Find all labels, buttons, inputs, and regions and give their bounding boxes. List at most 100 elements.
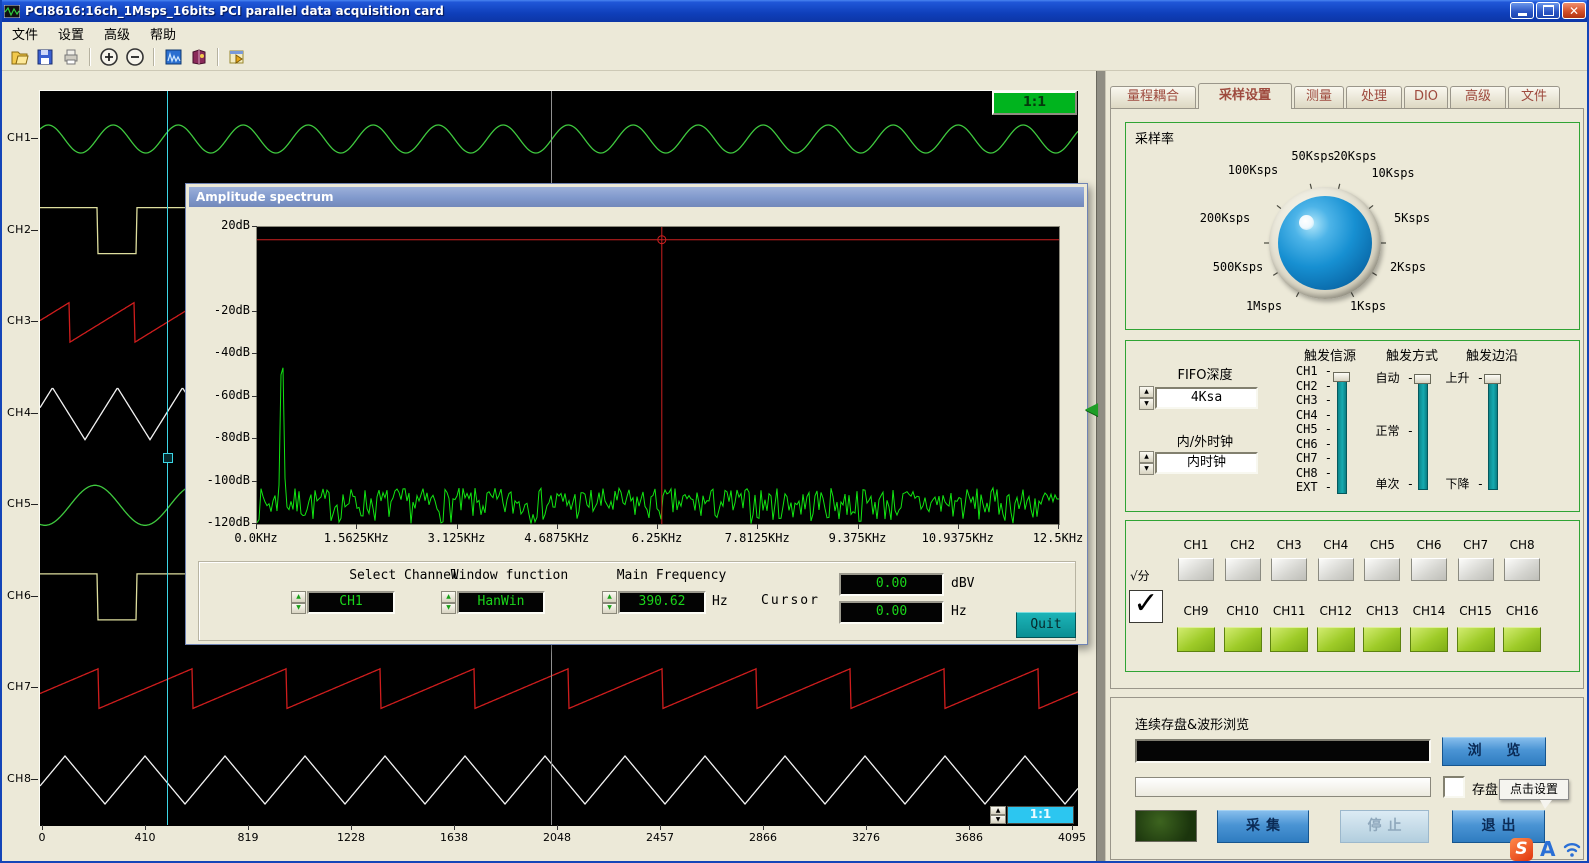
channel-button-CH9[interactable] <box>1177 627 1215 652</box>
sogou-icon[interactable]: S <box>1510 838 1533 861</box>
sample-rate-knob[interactable] <box>1278 196 1372 290</box>
tab-采样设置[interactable]: 采样设置 <box>1198 83 1292 109</box>
quit-button[interactable]: Quit <box>1016 612 1076 638</box>
select-channel-value[interactable]: CH1 <box>307 591 395 614</box>
channel-button-CH13[interactable] <box>1363 627 1401 652</box>
spin-up-icon[interactable]: ▲ <box>990 806 1006 815</box>
toolbar-separator <box>153 48 155 66</box>
trigger-source-option-CH6: CH6 - <box>1262 437 1332 451</box>
trigger-mode-slider-track[interactable] <box>1418 380 1428 490</box>
tab-DIO[interactable]: DIO <box>1404 86 1448 108</box>
zoom-in-icon[interactable] <box>98 46 120 68</box>
sample-rate-title: 采样率 <box>1132 128 1177 147</box>
ime-network-icon[interactable] <box>1562 839 1582 859</box>
spin-up-icon[interactable]: ▲ <box>1139 386 1154 398</box>
trigger-edge-slider-track[interactable] <box>1488 380 1498 490</box>
fifo-depth-value[interactable]: 4Ksa <box>1155 387 1258 409</box>
collapse-arrow-icon[interactable]: ◀ <box>1085 399 1098 419</box>
main-frequency-value[interactable]: 390.62 <box>618 591 706 614</box>
spectrum-y-tick <box>252 481 257 482</box>
maximize-button[interactable] <box>1536 2 1560 19</box>
channel-button-CH7[interactable] <box>1458 558 1494 581</box>
split-mode-checkbox[interactable]: ✓ <box>1129 590 1163 623</box>
title-bar[interactable]: PCI8616:16ch_1Msps_16bits PCI parallel d… <box>0 0 1589 22</box>
spectrum-x-label-1.5625KHz: 1.5625KHz <box>311 531 401 545</box>
export-icon[interactable] <box>60 46 82 68</box>
fifo-depth-spinner[interactable]: ▲▼ <box>1139 386 1154 410</box>
main-frequency-label: Main Frequency <box>594 568 749 583</box>
scope-zoom-value[interactable]: 1:1 <box>1007 806 1074 824</box>
close-button[interactable]: ✕ <box>1562 2 1586 19</box>
open-file-icon[interactable] <box>8 46 30 68</box>
spin-down-icon[interactable]: ▼ <box>1139 463 1154 475</box>
spectrum-trace <box>257 227 1059 524</box>
spectrum-window-icon[interactable] <box>162 46 184 68</box>
clock-value[interactable]: 内时钟 <box>1155 452 1258 474</box>
browse-button[interactable]: 浏 览 <box>1442 737 1546 766</box>
tab-测量[interactable]: 测量 <box>1294 86 1344 108</box>
channel-button-CH6[interactable] <box>1411 558 1447 581</box>
zoom-out-icon[interactable] <box>124 46 146 68</box>
channel-button-CH16[interactable] <box>1503 627 1541 652</box>
scope-channel-tick <box>31 504 38 505</box>
spin-down-icon[interactable]: ▼ <box>291 603 306 615</box>
channel-button-CH3[interactable] <box>1271 558 1307 581</box>
select-channel-spinner[interactable]: ▲▼ <box>291 591 306 614</box>
main-frequency-spinner[interactable]: ▲▼ <box>602 591 617 614</box>
run-icon[interactable] <box>226 46 248 68</box>
save-icon[interactable] <box>34 46 56 68</box>
menu-item-2[interactable]: 高级 <box>94 22 140 45</box>
trigger-mode-slider-handle[interactable] <box>1414 374 1431 384</box>
ime-language-icon[interactable]: A <box>1540 837 1555 861</box>
spin-up-icon[interactable]: ▲ <box>1139 451 1154 463</box>
channel-button-CH14[interactable] <box>1410 627 1448 652</box>
trigger-source-slider-handle[interactable] <box>1333 372 1350 382</box>
spin-down-icon[interactable]: ▼ <box>441 603 456 615</box>
menu-item-0[interactable]: 文件 <box>2 22 48 45</box>
splitter-bar[interactable] <box>1096 71 1106 863</box>
channel-label-CH10: CH10 <box>1220 604 1266 618</box>
channel-button-CH4[interactable] <box>1318 558 1354 581</box>
channel-button-CH5[interactable] <box>1364 558 1400 581</box>
channel-button-CH11[interactable] <box>1270 627 1308 652</box>
acquire-button[interactable]: 采集 <box>1217 810 1309 843</box>
file-path-field[interactable] <box>1135 739 1431 763</box>
window-function-value[interactable]: HanWin <box>457 591 545 614</box>
window-function-spinner[interactable]: ▲▼ <box>441 591 456 614</box>
trigger-edge-slider-handle[interactable] <box>1484 374 1501 384</box>
channel-button-CH8[interactable] <box>1504 558 1540 581</box>
channel-button-CH1[interactable] <box>1178 558 1214 581</box>
scope-trace-CH8 <box>40 756 1078 804</box>
spin-up-icon[interactable]: ▲ <box>602 591 617 603</box>
spin-down-icon[interactable]: ▼ <box>1139 398 1154 410</box>
spin-up-icon[interactable]: ▲ <box>291 591 306 603</box>
channel-button-CH12[interactable] <box>1317 627 1355 652</box>
amplitude-spectrum-dialog: Amplitude spectrum Select Channel ▲▼ CH1… <box>185 183 1088 645</box>
tab-量程耦合[interactable]: 量程耦合 <box>1110 86 1196 108</box>
channel-button-CH10[interactable] <box>1224 627 1262 652</box>
tab-文件[interactable]: 文件 <box>1508 86 1560 108</box>
scope-channel-tick <box>31 687 38 688</box>
minimize-button[interactable] <box>1510 2 1534 19</box>
menu-item-3[interactable]: 帮助 <box>140 22 186 45</box>
save-checkbox[interactable] <box>1443 776 1465 798</box>
spin-up-icon[interactable]: ▲ <box>441 591 456 603</box>
spectrum-plot-area[interactable] <box>256 226 1060 525</box>
help-book-icon[interactable] <box>188 46 210 68</box>
main-frequency-unit: Hz <box>712 594 728 609</box>
toolbar <box>2 44 1587 71</box>
channel-button-CH15[interactable] <box>1457 627 1495 652</box>
scope-zoom-spinner[interactable]: ▲▼ <box>990 806 1006 824</box>
spin-down-icon[interactable]: ▼ <box>990 815 1006 824</box>
spectrum-x-label-0.0KHz: 0.0KHz <box>211 531 301 545</box>
channel-button-CH2[interactable] <box>1225 558 1261 581</box>
menu-item-1[interactable]: 设置 <box>48 22 94 45</box>
scope-cursor-handle[interactable] <box>163 453 173 463</box>
stop-button[interactable]: 停止 <box>1340 810 1429 843</box>
dialog-title-bar[interactable]: Amplitude spectrum <box>189 187 1084 207</box>
clock-spinner[interactable]: ▲▼ <box>1139 451 1154 475</box>
spin-down-icon[interactable]: ▼ <box>602 603 617 615</box>
tab-处理[interactable]: 处理 <box>1346 86 1402 108</box>
scope-x-label-0: 0 <box>12 831 72 844</box>
tab-高级[interactable]: 高级 <box>1450 86 1506 108</box>
